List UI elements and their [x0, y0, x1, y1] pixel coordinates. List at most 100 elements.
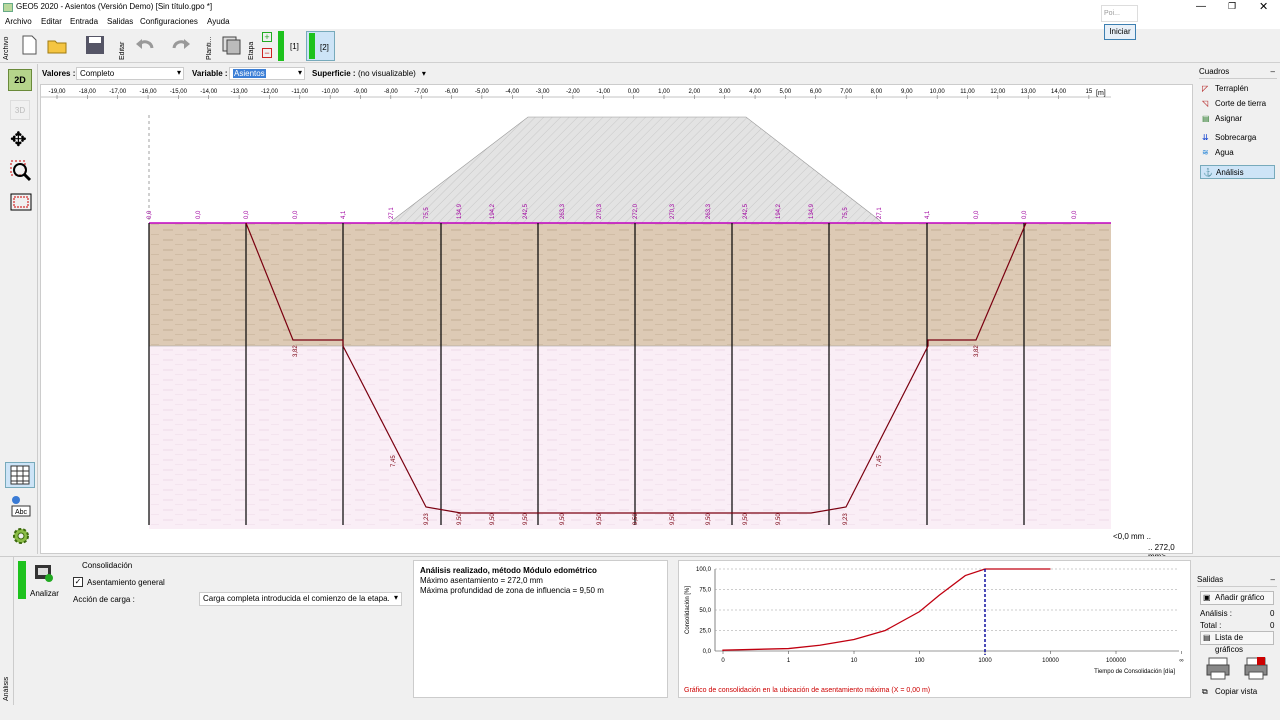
variable-select[interactable]: Asientos ▾ [229, 67, 305, 80]
analyze-button[interactable]: Analizar [28, 561, 61, 599]
bottom-value-label: 9,50 [597, 513, 603, 525]
ruler-tick-label: 6,00 [810, 89, 822, 95]
chart-y-tick: 25,0 [699, 629, 711, 635]
menu-entrada[interactable]: Entrada [70, 17, 98, 26]
frame-item-agua[interactable]: ≋ Agua [1200, 146, 1275, 160]
soil-layer-1-pattern [149, 223, 1111, 346]
frame-item-asignar[interactable]: ▤ Asignar [1200, 112, 1275, 126]
ruler-unit: [m] [1096, 90, 1106, 97]
menu-ayuda[interactable]: Ayuda [207, 17, 230, 26]
view-2d-button[interactable]: 2D [8, 69, 32, 91]
bottom-value-label: 9,50 [776, 513, 782, 525]
side-value-label: 7,45 [391, 455, 397, 467]
drawing-canvas[interactable]: -19,00 -18,00 -17,00 -16,00 -15,00 -14,00 -13,… [40, 84, 1193, 561]
embankment-icon: ◸ [1202, 84, 1209, 93]
save-icon[interactable] [84, 34, 106, 56]
frame-item-corte[interactable]: ◹ Corte de tierra [1200, 97, 1275, 111]
ruler-tick-label: 4,00 [749, 89, 761, 95]
side-value-label: 7,45 [877, 455, 883, 467]
soil-layer-2-pattern [149, 346, 1111, 529]
chart-list-icon: ▤ [1203, 633, 1211, 642]
move-icon[interactable]: ✥ [10, 130, 27, 150]
ruler-tick-label: -8,00 [384, 89, 398, 95]
consolidation-chart-box: 100,0 75,0 50,0 25,0 0,0 0 1 10 100 1000 10000 1000… [678, 560, 1191, 698]
menu-configuraciones[interactable]: Configuraciones [140, 17, 198, 26]
ruler-tick-label: 0,00 [628, 89, 640, 95]
results-title: Análisis realizado, método Módulo edomét… [420, 566, 597, 575]
outputs-total-count: 0 [1270, 621, 1275, 630]
stage-1-button[interactable]: [1] [290, 42, 299, 51]
table-view-button[interactable] [5, 462, 35, 488]
outputs-total-label: Total : [1200, 621, 1222, 630]
assign-icon: ▤ [1202, 114, 1210, 123]
settings-gear-icon[interactable] [9, 524, 33, 548]
ruler-tick-label: 1,00 [658, 89, 670, 95]
settlement-checkbox[interactable]: ✓ [73, 577, 83, 587]
top-value-label: 194,2 [490, 203, 496, 219]
iniciar-button[interactable]: Iniciar [1104, 24, 1136, 40]
consolidation-chart: 100,0 75,0 50,0 25,0 0,0 0 1 10 100 1000 10000 1000… [685, 567, 1184, 675]
plantilla-group-label: Planti... [206, 36, 213, 60]
bottom-value-label: 9,50 [560, 513, 566, 525]
stage-2-button[interactable]: [2] [306, 31, 335, 61]
analyze-label: Analizar [30, 589, 59, 598]
top-value-label: 0,0 [196, 210, 202, 219]
top-value-label: 0,0 [147, 210, 153, 219]
fit-view-icon[interactable] [10, 192, 32, 212]
restore-icon[interactable]: ❐ [1228, 1, 1236, 12]
top-value-label: 272,0 [633, 203, 639, 219]
menu-archivo[interactable]: Archivo [5, 17, 32, 26]
print-icon[interactable] [1205, 655, 1231, 681]
add-stage-icon[interactable]: + [262, 32, 272, 42]
open-folder-icon[interactable] [46, 34, 68, 56]
ruler-tick-label: 14,00 [1051, 89, 1067, 95]
analysis-icon: ⚓ [1203, 168, 1213, 177]
redo-icon[interactable] [170, 34, 192, 56]
add-chart-button[interactable]: ▣ Añadir gráfico [1200, 591, 1274, 605]
minimize-icon[interactable]: — [1196, 1, 1206, 12]
ruler-tick-label: 8,00 [871, 89, 883, 95]
top-value-label: 0,0 [244, 210, 250, 219]
collapse-icon[interactable]: – [1271, 575, 1275, 584]
superficie-select[interactable]: (no visualizable) ▾ [358, 69, 426, 78]
chart-y-tick: 50,0 [699, 608, 711, 614]
frame-item-sobrecarga[interactable]: ⇊ Sobrecarga [1200, 131, 1275, 145]
chart-list-button[interactable]: ▤ Lista de gráficos [1200, 631, 1274, 654]
analysis-tab[interactable]: Análisis [0, 557, 14, 705]
chevron-down-icon: ▾ [421, 69, 426, 78]
chart-x-label: Tiempo de Consolidación [día] [1094, 669, 1175, 675]
stage-1-indicator [278, 31, 284, 61]
view-3d-button[interactable]: 3D [10, 100, 30, 120]
valores-select[interactable]: Completo ▾ [76, 67, 184, 80]
new-file-icon[interactable] [18, 34, 40, 56]
collapse-icon[interactable]: – [1271, 67, 1275, 76]
styles-icon[interactable]: Abc [9, 494, 33, 518]
frame-item-analisis[interactable]: ⚓ Análisis [1200, 165, 1275, 179]
valores-label: Valores : [42, 69, 76, 78]
template-icon[interactable] [220, 34, 242, 56]
horizontal-ruler: -19,00 -18,00 -17,00 -16,00 -15,00 -14,00 -13,… [48, 89, 1093, 99]
menu-salidas[interactable]: Salidas [107, 17, 133, 26]
close-icon[interactable]: ✕ [1259, 0, 1268, 13]
top-value-label: 242,5 [523, 203, 529, 219]
frame-label: Asignar [1215, 114, 1243, 123]
copy-view-button[interactable]: ⧉ Copiar vista [1200, 685, 1274, 699]
ruler-tick-label: -6,00 [445, 89, 459, 95]
legend-min: <0,0 mm .. [1113, 532, 1152, 541]
undo-icon[interactable] [134, 34, 156, 56]
zoom-icon[interactable] [10, 160, 32, 182]
chart-y-tick: 100,0 [696, 567, 712, 573]
cut-icon: ◹ [1202, 99, 1209, 108]
frame-item-terraplen[interactable]: ◸ Terraplén [1200, 82, 1275, 96]
ruler-tick-label: -16,00 [140, 89, 158, 95]
bottom-value-label: 9,50 [523, 513, 529, 525]
menu-editar[interactable]: Editar [41, 17, 62, 26]
outputs-analysis-label: Análisis : [1200, 609, 1233, 618]
remove-stage-icon[interactable]: − [262, 48, 272, 58]
ruler-tick-label: -12,00 [261, 89, 279, 95]
ruler-tick-label: 12,00 [990, 89, 1006, 95]
load-action-select[interactable]: Carga completa introducida el comienzo d… [199, 592, 402, 606]
chart-x-tick: 1 [787, 658, 791, 664]
chart-y-tick: 75,0 [699, 588, 711, 594]
print-export-icon[interactable] [1243, 655, 1269, 681]
